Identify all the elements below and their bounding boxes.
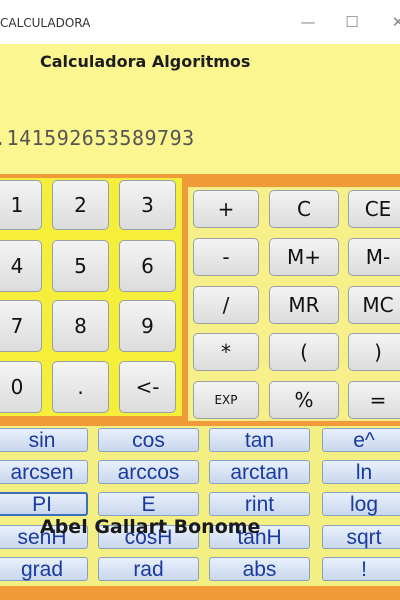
euler-button[interactable]: E (98, 492, 199, 516)
sin-button[interactable]: sin (0, 428, 88, 452)
percent-button[interactable]: % (269, 381, 339, 419)
log-button[interactable]: log (322, 492, 400, 516)
digit-5-button[interactable]: 5 (52, 240, 109, 292)
app-title: Calculadora Algoritmos (40, 52, 251, 71)
minimize-icon[interactable]: — (298, 12, 318, 32)
digit-0-button[interactable]: 0 (0, 361, 42, 413)
cos-button[interactable]: cos (98, 428, 199, 452)
multiply-button[interactable]: * (193, 333, 259, 371)
grad-button[interactable]: grad (0, 557, 88, 581)
author-label: Abel Gallart Bonome (40, 516, 261, 538)
rint-button[interactable]: rint (209, 492, 310, 516)
digit-4-button[interactable]: 4 (0, 240, 42, 292)
digit-9-button[interactable]: 9 (119, 300, 176, 352)
sqrt-button[interactable]: sqrt (322, 525, 400, 549)
digit-6-button[interactable]: 6 (119, 240, 176, 292)
divide-button[interactable]: / (193, 286, 259, 324)
close-paren-button[interactable]: ) (348, 333, 400, 371)
memory-clear-button[interactable]: MC (348, 286, 400, 324)
decimal-point-button[interactable]: . (52, 361, 109, 413)
arccos-button[interactable]: arccos (98, 460, 199, 484)
arctan-button[interactable]: arctan (209, 460, 310, 484)
digit-1-button[interactable]: 1 (0, 180, 42, 230)
close-icon[interactable]: ✕ (388, 12, 400, 32)
memory-subtract-button[interactable]: M- (348, 238, 400, 276)
exp-power-button[interactable]: e^ (322, 428, 400, 452)
minus-button[interactable]: - (193, 238, 259, 276)
open-paren-button[interactable]: ( (269, 333, 339, 371)
arcsen-button[interactable]: arcsen (0, 460, 88, 484)
abs-button[interactable]: abs (209, 557, 310, 581)
rad-button[interactable]: rad (98, 557, 199, 581)
plus-button[interactable]: + (193, 190, 259, 228)
digit-2-button[interactable]: 2 (52, 180, 109, 230)
memory-recall-button[interactable]: MR (269, 286, 339, 324)
memory-add-button[interactable]: M+ (269, 238, 339, 276)
backspace-button[interactable]: <- (119, 361, 176, 413)
tan-button[interactable]: tan (209, 428, 310, 452)
pi-button[interactable]: PI (0, 492, 88, 516)
result-display: .141592653589793 (0, 126, 195, 150)
ln-button[interactable]: ln (322, 460, 400, 484)
header: Calculadora Algoritmos .141592653589793 (0, 44, 400, 174)
equals-button[interactable]: = (348, 381, 400, 419)
digit-3-button[interactable]: 3 (119, 180, 176, 230)
exp-button[interactable]: EXP (193, 381, 259, 419)
digit-8-button[interactable]: 8 (52, 300, 109, 352)
title-bar: CALCULADORA — ☐ ✕ (0, 0, 400, 44)
maximize-icon[interactable]: ☐ (342, 12, 362, 32)
digit-7-button[interactable]: 7 (0, 300, 42, 352)
window-title: CALCULADORA (0, 16, 91, 30)
clear-entry-button[interactable]: CE (348, 190, 400, 228)
factorial-button[interactable]: ! (322, 557, 400, 581)
clear-button[interactable]: C (269, 190, 339, 228)
